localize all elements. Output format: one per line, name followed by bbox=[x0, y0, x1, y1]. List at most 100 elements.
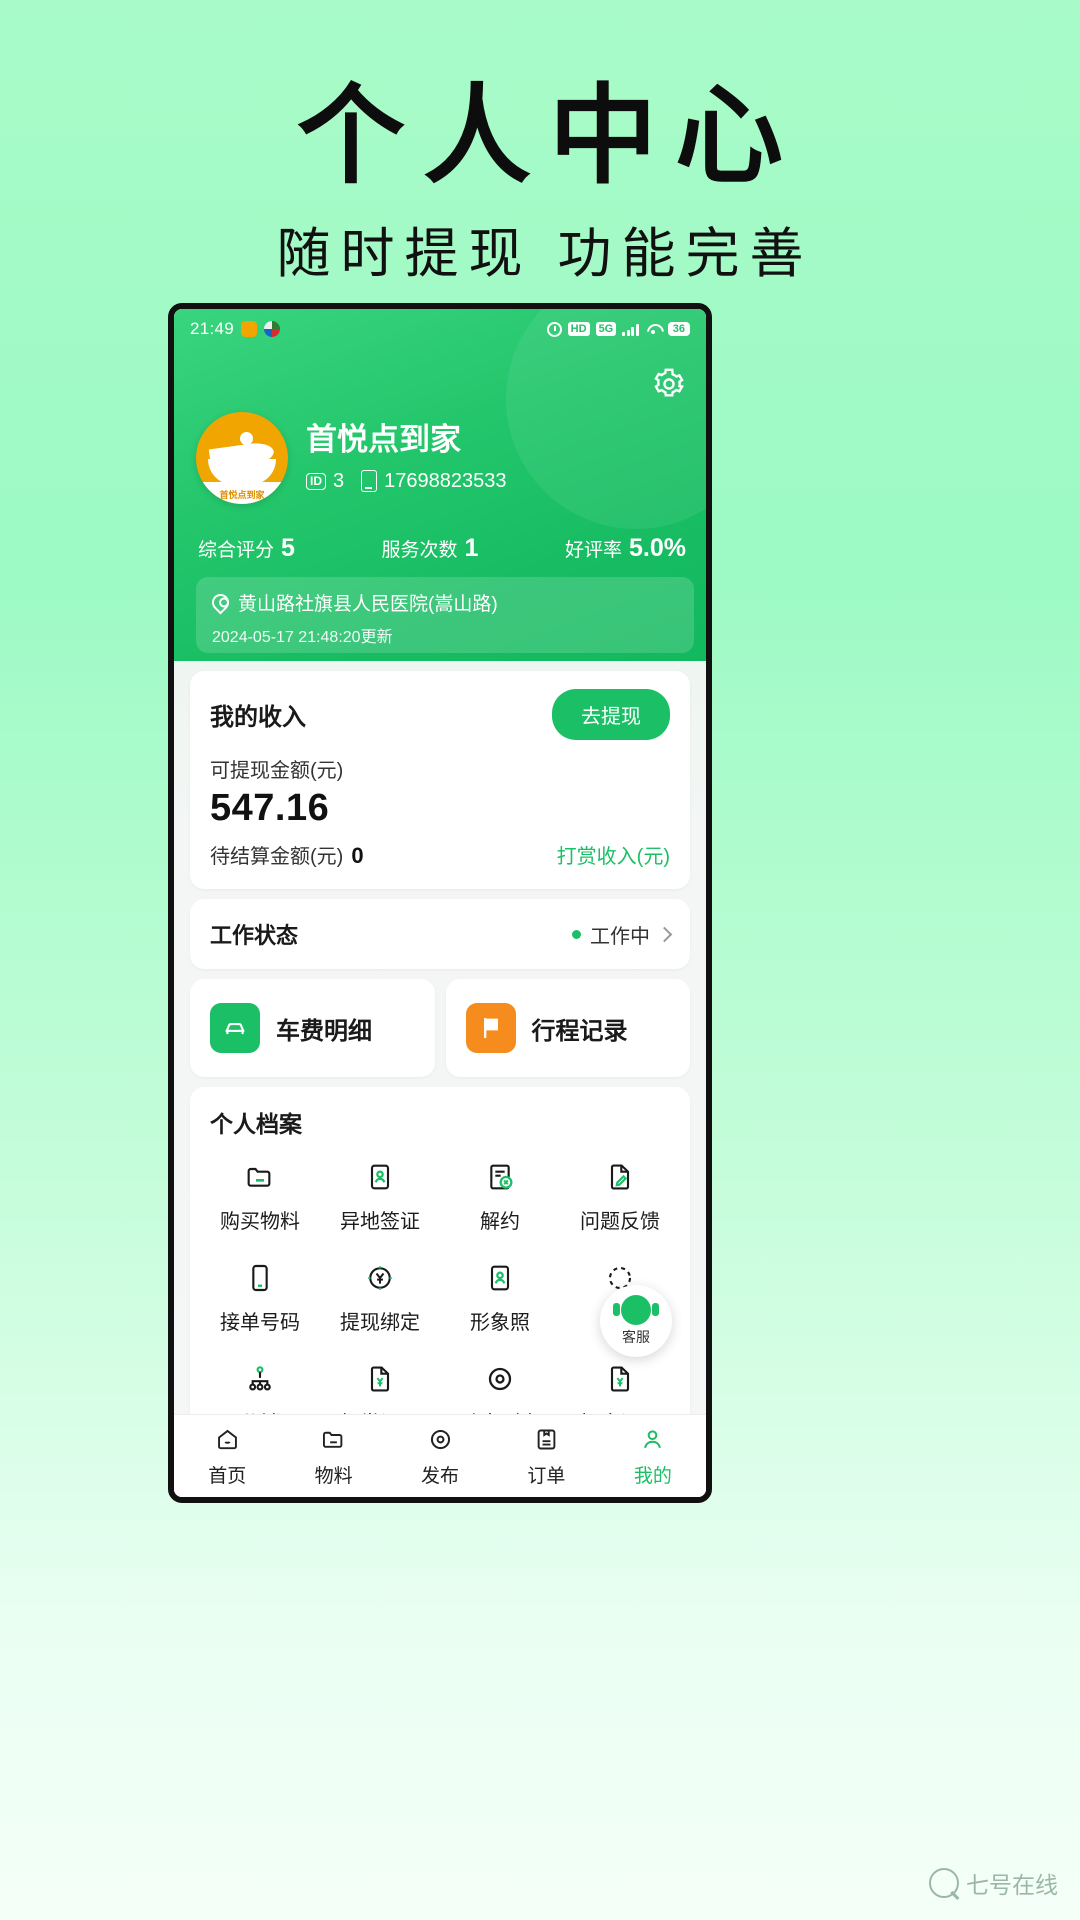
alarm-icon bbox=[546, 321, 562, 337]
location-text: 黄山路社旗县人民医院(嵩山路) bbox=[238, 594, 498, 615]
status-bar: 21:49 HD 5G 36 bbox=[174, 309, 706, 349]
income-card: 我的收入 去提现 可提现金额(元) 547.16 待结算金额(元) 0 打赏收入(… bbox=[190, 671, 690, 889]
notification-browser-icon bbox=[264, 321, 281, 337]
location-pin-icon bbox=[208, 590, 233, 615]
tab-material[interactable]: 物料 bbox=[280, 1424, 386, 1488]
document-cancel-icon bbox=[482, 1159, 518, 1195]
phone-icon bbox=[361, 470, 378, 493]
pending-label: 待结算金额(元) bbox=[210, 846, 344, 868]
profile-phone: 17698823533 bbox=[384, 469, 507, 492]
mobile-icon bbox=[242, 1260, 278, 1296]
archive-item-remote-visa[interactable]: 异地签证 bbox=[320, 1153, 440, 1244]
archive-item-feedback[interactable]: 问题反馈 bbox=[560, 1153, 680, 1244]
withdraw-button[interactable]: 去提现 bbox=[552, 689, 670, 740]
income-title: 我的收入 bbox=[210, 704, 306, 731]
battery-icon: 36 bbox=[667, 322, 690, 336]
location-updated-time: 2024-05-17 21:48:20更新 bbox=[212, 629, 393, 646]
shortcut-fare-label: 车费明细 bbox=[276, 1017, 372, 1045]
bottom-tab-bar: 首页 物料 发布 订单 我的 bbox=[174, 1414, 706, 1497]
profile-block[interactable]: 首悦点到家 首悦点到家 ID 3 17698823533 bbox=[196, 412, 506, 504]
hd-icon: HD bbox=[567, 322, 590, 336]
tab-mine[interactable]: 我的 bbox=[600, 1424, 706, 1488]
phone-frame: 21:49 HD 5G 36 首悦点到家 首悦点到家 ID 3 17698823… bbox=[168, 303, 712, 1503]
phone-screen: 21:49 HD 5G 36 首悦点到家 首悦点到家 ID 3 17698823… bbox=[174, 309, 706, 1497]
poster-subtitle: 随时提现 功能完善 bbox=[276, 224, 814, 284]
tip-income-link[interactable]: 打赏收入(元) bbox=[557, 840, 670, 869]
profile-meta: ID 3 17698823533 bbox=[306, 470, 506, 493]
archive-item-portrait[interactable]: 形象照 bbox=[440, 1254, 560, 1345]
customer-service-button[interactable]: 客服 bbox=[600, 1285, 672, 1357]
document-edit-icon bbox=[602, 1159, 638, 1195]
stat-rating-value: 5 bbox=[281, 534, 295, 562]
profile-stats: 综合评分 5 服务次数 1 好评率 5.0% bbox=[198, 534, 686, 563]
tab-home[interactable]: 首页 bbox=[174, 1424, 280, 1488]
order-icon bbox=[531, 1424, 561, 1454]
tab-order-label: 订单 bbox=[527, 1466, 566, 1487]
avatar: 首悦点到家 bbox=[196, 412, 288, 504]
stat-praise: 好评率 5.0% bbox=[565, 534, 686, 563]
archive-label: 提现绑定 bbox=[340, 1312, 420, 1334]
profile-id: 3 bbox=[333, 469, 345, 492]
archive-item-withdraw-bind[interactable]: 提现绑定 bbox=[320, 1254, 440, 1345]
stat-praise-value: 5.0% bbox=[629, 534, 686, 562]
archive-item-order-phone[interactable]: 接单号码 bbox=[200, 1254, 320, 1345]
watermark-text: 七号在线 bbox=[966, 1872, 1058, 1898]
location-box[interactable]: 黄山路社旗县人民医院(嵩山路) 2024-05-17 21:48:20更新 bbox=[196, 577, 694, 653]
profile-name: 首悦点到家 bbox=[306, 422, 461, 458]
car-icon bbox=[210, 1003, 260, 1053]
available-label: 可提现金额(元) bbox=[210, 760, 344, 782]
tab-publish-label: 发布 bbox=[421, 1466, 460, 1487]
stat-rating: 综合评分 5 bbox=[198, 534, 295, 563]
gear-icon[interactable] bbox=[652, 367, 686, 401]
stat-services: 服务次数 1 bbox=[382, 534, 479, 563]
id-badge-icon: ID bbox=[306, 472, 326, 490]
pending-amount-row: 待结算金额(元) 0 bbox=[210, 840, 364, 869]
user-icon bbox=[638, 1424, 668, 1454]
yuan-document-icon bbox=[602, 1361, 638, 1397]
shortcut-row: 车费明细 行程记录 bbox=[190, 979, 690, 1077]
shortcut-trip-record[interactable]: 行程记录 bbox=[445, 979, 690, 1077]
archive-title: 个人档案 bbox=[210, 1111, 302, 1137]
stat-praise-label: 好评率 bbox=[565, 540, 623, 561]
stat-rating-label: 综合评分 bbox=[198, 540, 275, 561]
profile-header: 21:49 HD 5G 36 首悦点到家 首悦点到家 ID 3 17698823… bbox=[174, 309, 706, 675]
yuan-badge-icon bbox=[362, 1260, 398, 1296]
shortcut-trip-label: 行程记录 bbox=[531, 1017, 628, 1045]
portrait-icon bbox=[482, 1260, 518, 1296]
archive-label: 异地签证 bbox=[340, 1211, 420, 1233]
poster-title: 个人中心 bbox=[296, 75, 801, 196]
archive-label: 接单号码 bbox=[220, 1312, 300, 1334]
home-icon bbox=[212, 1424, 242, 1454]
publish-icon bbox=[425, 1424, 455, 1454]
folder-icon bbox=[319, 1424, 349, 1454]
customer-service-label: 客服 bbox=[622, 1329, 650, 1345]
tab-home-label: 首页 bbox=[208, 1466, 247, 1487]
circle-target-icon bbox=[482, 1361, 518, 1397]
status-time: 21:49 bbox=[190, 319, 235, 338]
search-icon bbox=[929, 1868, 959, 1898]
tab-publish[interactable]: 发布 bbox=[387, 1424, 493, 1488]
archive-card: 个人档案 购买物料 异地签证 解约 问题反馈 接单号码 提现绑定 形象照 bbox=[190, 1087, 690, 1454]
chevron-right-icon bbox=[656, 926, 673, 942]
status-dot-icon bbox=[572, 929, 581, 939]
content-area: 我的收入 去提现 可提现金额(元) 547.16 待结算金额(元) 0 打赏收入(… bbox=[174, 661, 706, 1497]
signal-icon bbox=[622, 323, 639, 336]
archive-label: 解约 bbox=[480, 1211, 520, 1233]
archive-item-buy-material[interactable]: 购买物料 bbox=[200, 1153, 320, 1244]
folder-icon bbox=[242, 1159, 278, 1195]
archive-item-terminate[interactable]: 解约 bbox=[440, 1153, 560, 1244]
work-status-row[interactable]: 工作状态 工作中 bbox=[190, 899, 690, 969]
flag-icon bbox=[465, 1003, 516, 1053]
status-icons: HD 5G 36 bbox=[546, 321, 690, 337]
tab-material-label: 物料 bbox=[314, 1466, 353, 1487]
archive-label: 问题反馈 bbox=[580, 1211, 660, 1233]
tab-order[interactable]: 订单 bbox=[493, 1424, 599, 1488]
id-card-icon bbox=[362, 1159, 398, 1195]
stat-services-label: 服务次数 bbox=[381, 540, 458, 561]
stat-services-value: 1 bbox=[464, 534, 479, 562]
available-amount: 547.16 bbox=[210, 787, 330, 829]
shortcut-fare-detail[interactable]: 车费明细 bbox=[190, 979, 435, 1077]
work-status-value: 工作中 bbox=[590, 925, 650, 948]
sitemap-icon bbox=[242, 1361, 278, 1397]
archive-label: 购买物料 bbox=[220, 1211, 300, 1233]
